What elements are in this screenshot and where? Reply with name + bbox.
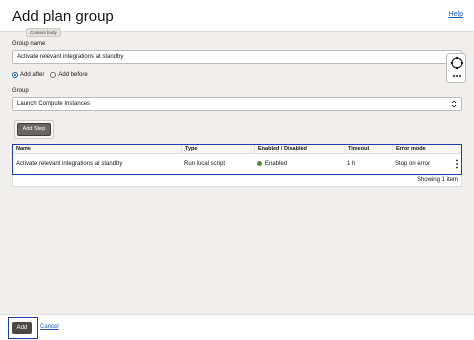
steps-table: Name Type Enabled / Disabled Timeout Err…: [12, 144, 462, 175]
add-button[interactable]: Add: [12, 322, 32, 334]
column-header-name[interactable]: Name: [13, 145, 181, 153]
page-footer: Add Cancel: [0, 314, 474, 340]
tooltip: Content body: [26, 28, 61, 37]
add-before-label: Add before: [58, 72, 88, 78]
table-status-bar: Showing 1 item: [12, 175, 462, 187]
add-step-button[interactable]: Add Step: [17, 123, 51, 136]
cancel-link[interactable]: Cancel: [40, 324, 59, 330]
cell-timeout: 1 h: [347, 160, 356, 167]
table-header: Name Type Enabled / Disabled Timeout Err…: [13, 145, 461, 154]
position-radio-group: Add after Add before: [12, 71, 94, 79]
table-row[interactable]: Activate relevant integrations at standb…: [13, 154, 461, 173]
select-chevron-icon: [451, 100, 457, 108]
column-header-type[interactable]: Type: [181, 145, 254, 153]
radio-unselected-icon[interactable]: [50, 72, 57, 78]
cell-enabled-label: Enabled: [265, 160, 288, 167]
cell-enabled: Enabled: [254, 154, 344, 173]
radio-selected-icon[interactable]: [12, 72, 18, 78]
move-handle-icon: [450, 56, 464, 77]
add-after-label: Add after: [20, 72, 45, 78]
page-title: Add plan group: [12, 8, 114, 25]
group-select-value: Launch Compute Instances: [17, 101, 91, 107]
group-name-label: Group name: [12, 41, 46, 47]
row-actions-icon[interactable]: [455, 159, 459, 169]
status-enabled-icon: [257, 161, 262, 166]
group-select[interactable]: Launch Compute Instances: [12, 97, 462, 111]
cell-name: Activate relevant integrations at standb…: [16, 160, 123, 167]
floating-toolbar[interactable]: [446, 53, 466, 83]
help-link[interactable]: Help: [449, 11, 463, 18]
add-before-option[interactable]: Add before: [50, 72, 88, 78]
column-header-enabled[interactable]: Enabled / Disabled: [254, 145, 344, 153]
page-header: Add plan group Help: [0, 0, 474, 32]
cell-type: Run local script: [184, 160, 226, 167]
column-header-timeout[interactable]: Timeout: [344, 145, 392, 153]
item-count: Showing 1 item: [416, 177, 458, 183]
add-after-option[interactable]: Add after: [12, 72, 44, 78]
group-label: Group: [12, 88, 29, 94]
cell-error-mode: Stop on error: [395, 160, 431, 167]
column-header-error-mode[interactable]: Error mode: [392, 145, 460, 153]
group-name-input[interactable]: Activate relevant integrations at standb…: [12, 50, 462, 64]
